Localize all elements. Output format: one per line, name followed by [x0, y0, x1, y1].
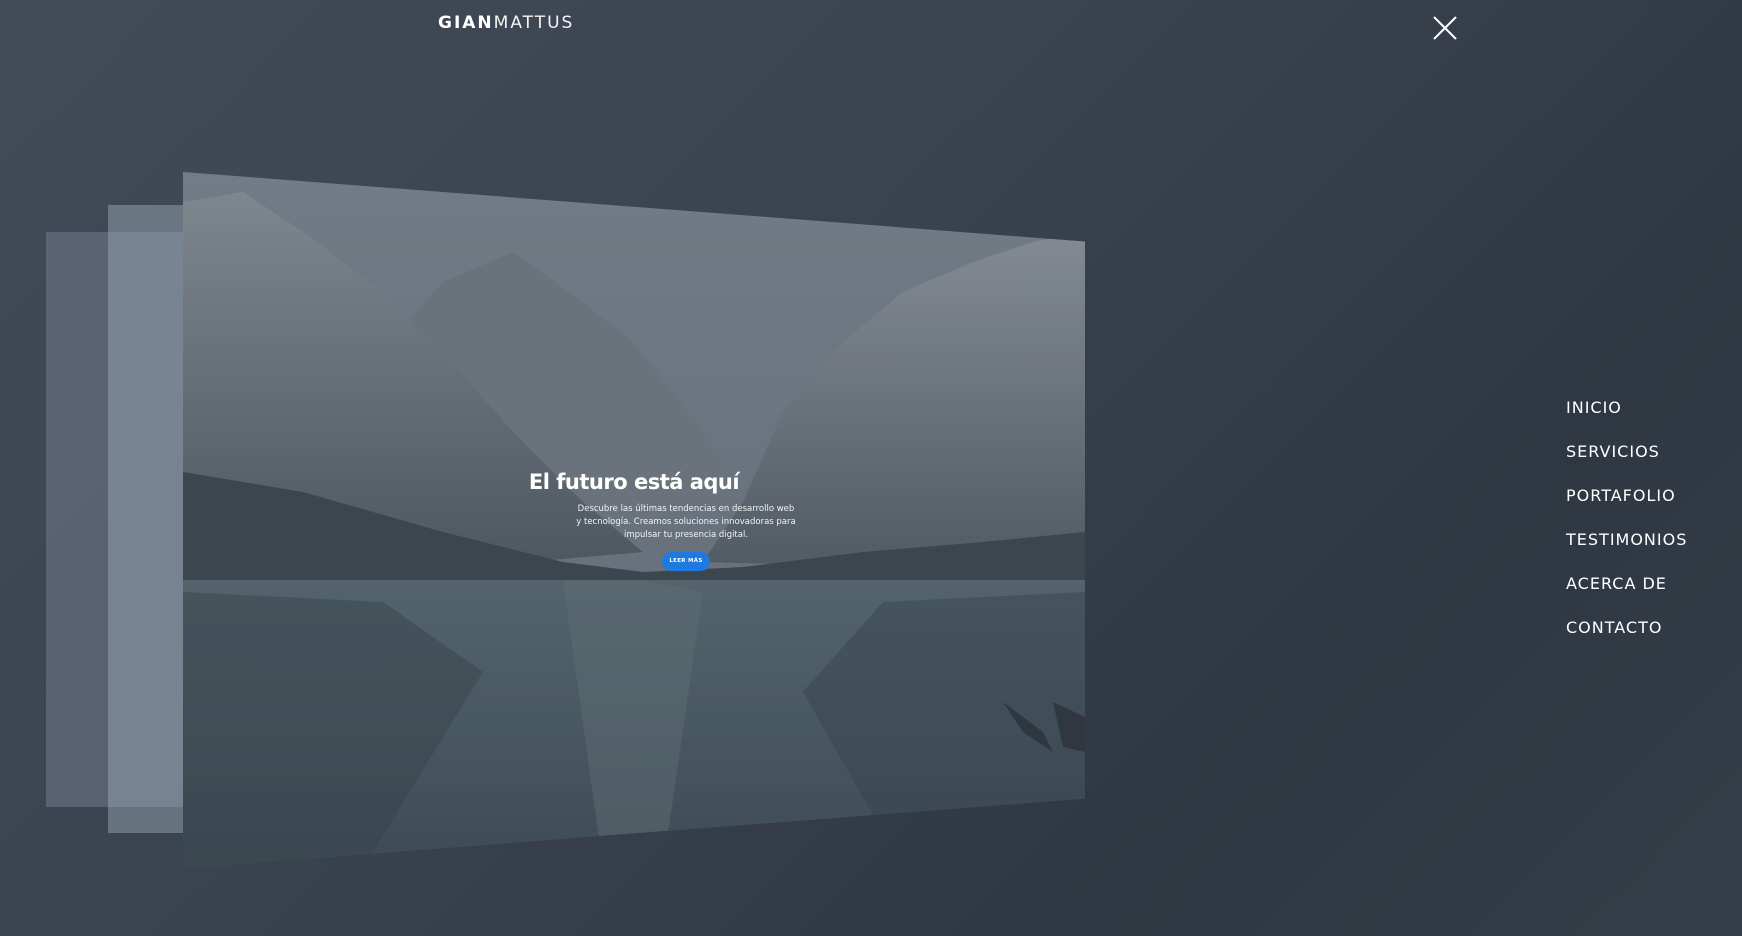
menu-item-servicios[interactable]: SERVICIOS — [1566, 442, 1687, 486]
preview-read-more-button[interactable]: LEER MÁS — [662, 552, 710, 571]
brand-name-light: MATTUS — [493, 13, 575, 33]
close-icon — [1433, 16, 1457, 40]
menu-item-contacto[interactable]: CONTACTO — [1566, 618, 1687, 662]
menu-item-inicio[interactable]: INICIO — [1566, 398, 1687, 442]
main-nav-menu: INICIO SERVICIOS PORTAFOLIO TESTIMONIOS … — [1566, 398, 1687, 662]
close-menu-button[interactable] — [1428, 11, 1462, 45]
brand-name-bold: GIAN — [438, 13, 494, 33]
preview-hero-title: El futuro está aquí — [528, 470, 740, 494]
page-preview-card[interactable]: El futuro está aquí Descubre las últimas… — [183, 172, 1085, 868]
preview-hero-description: Descubre las últimas tendencias en desar… — [576, 504, 796, 540]
brand-logo[interactable]: GIANMATTUS — [438, 13, 574, 33]
menu-item-testimonios[interactable]: TESTIMONIOS — [1566, 530, 1687, 574]
menu-item-acerca-de[interactable]: ACERCA DE — [1566, 574, 1687, 618]
menu-item-portafolio[interactable]: PORTAFOLIO — [1566, 486, 1687, 530]
